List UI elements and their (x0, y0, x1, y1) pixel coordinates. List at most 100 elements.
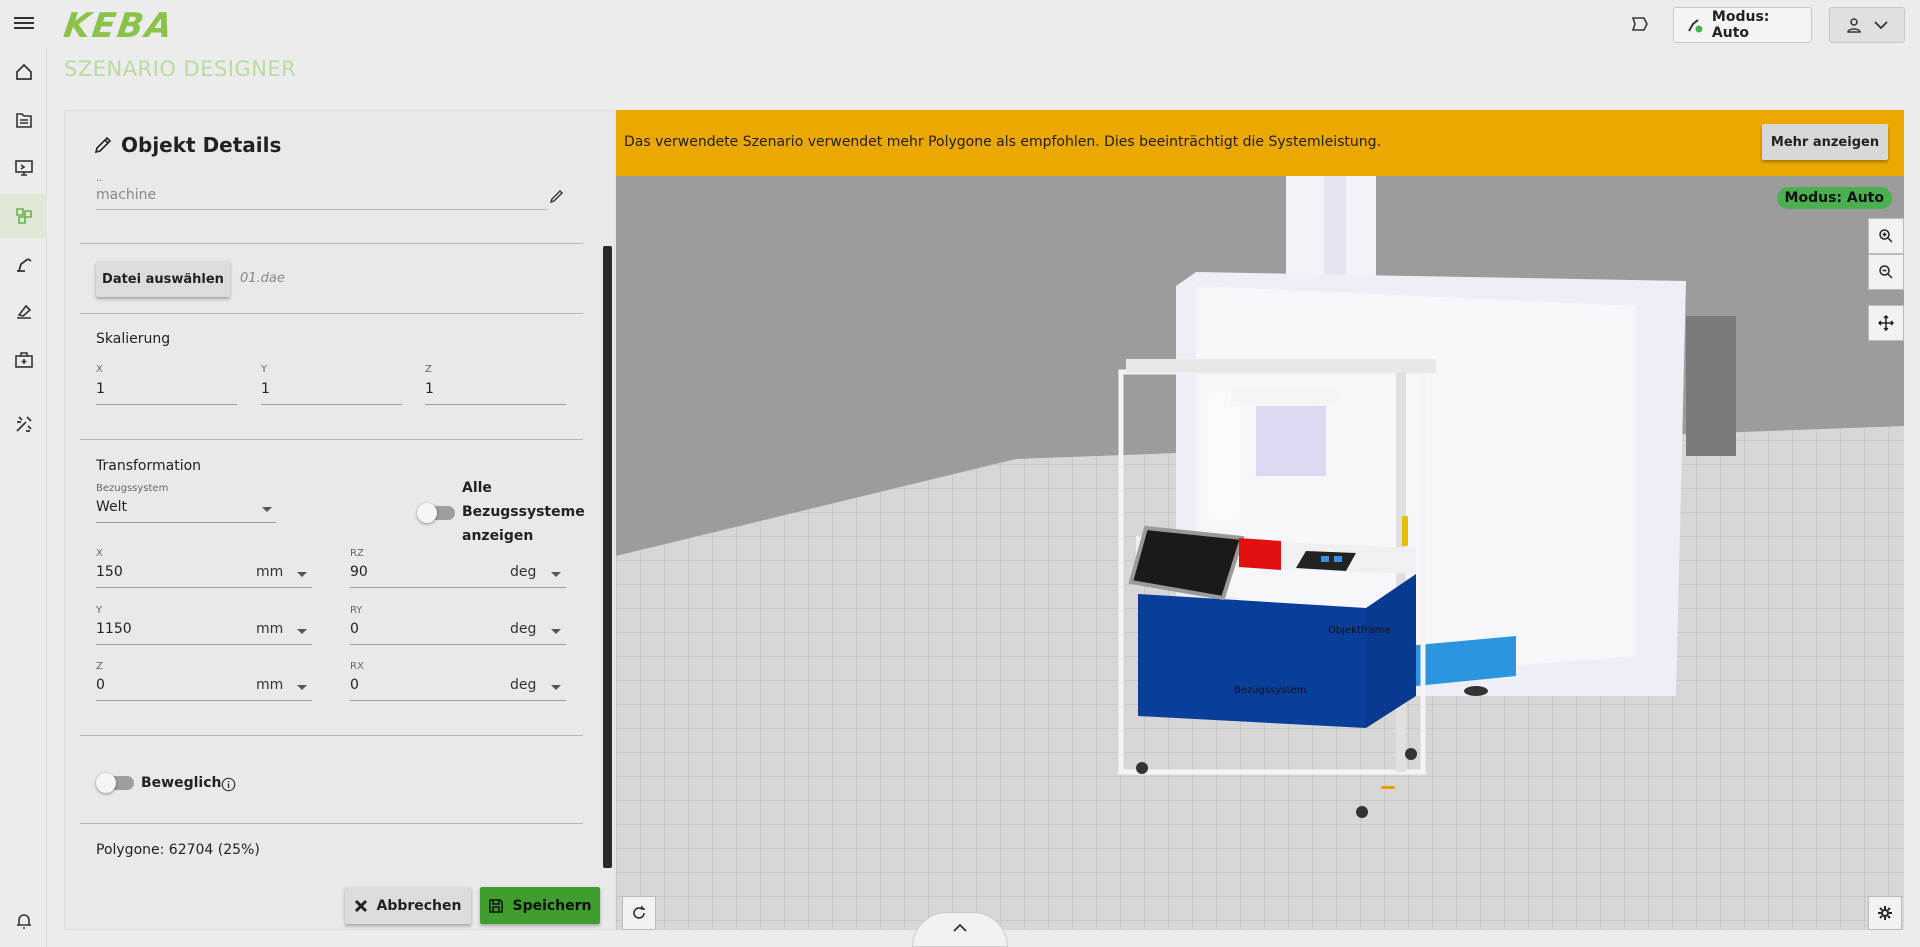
user-menu-button[interactable] (1829, 7, 1905, 43)
panel-scrollbar[interactable] (603, 246, 612, 868)
home-icon (15, 63, 32, 80)
zoom-in-button[interactable] (1868, 218, 1904, 254)
rot-x-unit-caret[interactable] (551, 685, 561, 690)
rot-x-label: RX (350, 661, 364, 672)
pos-z-label: Z (96, 661, 103, 672)
chevron-down-icon (1874, 21, 1888, 30)
menu-icon[interactable] (14, 14, 34, 34)
scene-3d-view[interactable] (616, 176, 1904, 930)
panel-header: Objekt Details (93, 133, 281, 157)
rot-y-unit[interactable]: deg (510, 621, 536, 637)
teach-icon (16, 304, 31, 319)
show-all-ref-systems-toggle[interactable] (417, 503, 455, 523)
scale-x-label: X (96, 364, 103, 375)
document-icon (15, 113, 32, 128)
choose-file-button[interactable]: Datei auswählen (96, 261, 230, 297)
keba-logo: KEBA (61, 6, 177, 46)
tools-icon (15, 416, 32, 432)
nav-notifications[interactable] (0, 899, 47, 943)
robot-status-icon (1688, 19, 1703, 33)
show-all-ref-systems-label-1: Alle (462, 480, 492, 496)
zoom-out-button[interactable] (1868, 254, 1904, 290)
rot-x-input[interactable]: 0 (350, 677, 359, 693)
movable-toggle[interactable] (96, 773, 134, 793)
file-name: 01.dae (240, 271, 285, 286)
side-nav (0, 48, 47, 947)
scaling-title: Skalierung (96, 331, 171, 347)
settings-button[interactable] (1868, 896, 1902, 930)
panel-title: Objekt Details (121, 133, 282, 157)
nav-documents[interactable] (0, 98, 47, 142)
pos-x-input[interactable]: 150 (96, 564, 123, 580)
rot-z-unit-caret[interactable] (551, 572, 561, 577)
scenario-icon (15, 208, 32, 224)
move-button[interactable] (1868, 305, 1904, 341)
polygon-count: Polygone: 62704 (25%) (96, 842, 260, 858)
ref-system-label: Bezugssystem (96, 483, 169, 494)
rot-y-unit-caret[interactable] (551, 629, 561, 634)
scale-x-input[interactable]: 1 (96, 381, 105, 397)
rot-z-unit[interactable]: deg (510, 564, 536, 580)
reset-view-button[interactable] (622, 896, 656, 930)
nav-toolbox[interactable] (0, 338, 47, 382)
pos-y-input[interactable]: 1150 (96, 621, 132, 637)
gear-icon (1878, 906, 1892, 920)
nav-scenario[interactable] (0, 194, 47, 238)
nav-robot[interactable] (0, 242, 47, 286)
user-icon (1847, 18, 1861, 33)
movable-label: Beweglich (141, 775, 222, 791)
save-button-label: Speichern (512, 897, 592, 914)
pos-z-unit-caret[interactable] (297, 685, 307, 690)
zoom-in-icon (1879, 229, 1893, 243)
save-button[interactable]: Speichern (480, 887, 600, 924)
pos-y-unit[interactable]: mm (256, 621, 283, 637)
monitor-icon (14, 160, 33, 176)
show-more-button[interactable]: Mehr anzeigen (1762, 124, 1888, 160)
pos-z-input[interactable]: 0 (96, 677, 105, 693)
pos-x-label: X (96, 548, 103, 559)
cancel-button-label: Abbrechen (376, 897, 462, 914)
scale-y-input[interactable]: 1 (261, 381, 270, 397)
pos-y-unit-caret[interactable] (297, 629, 307, 634)
scene-viewport[interactable]: Objektframe Bezugssystem Das verwendete … (616, 110, 1904, 930)
show-all-ref-systems-label-2: Bezugssysteme (462, 504, 585, 520)
pos-x-unit[interactable]: mm (256, 564, 283, 580)
scale-z-input[interactable]: 1 (425, 381, 434, 397)
robot-arm-icon (16, 258, 31, 272)
nav-teach[interactable] (0, 290, 47, 334)
info-icon[interactable] (221, 777, 236, 792)
bell-icon (16, 914, 31, 929)
save-icon (489, 898, 504, 913)
mode-button[interactable]: Modus: Auto (1673, 7, 1812, 43)
nav-tools[interactable] (0, 402, 47, 446)
mode-button-label: Modus: Auto (1711, 9, 1770, 41)
objectframe-label: Objektframe (1328, 625, 1391, 636)
performance-warning-banner: Das verwendete Szenario verwendet mehr P… (616, 110, 1904, 176)
nav-monitor[interactable] (0, 146, 47, 190)
ref-system-caret[interactable] (262, 507, 272, 512)
name-field[interactable]: machine (96, 187, 156, 203)
tag-icon[interactable] (1630, 14, 1650, 34)
transformation-title: Transformation (96, 458, 202, 474)
edit-name-icon[interactable] (549, 188, 565, 204)
pos-z-unit[interactable]: mm (256, 677, 283, 693)
rot-x-unit[interactable]: deg (510, 677, 536, 693)
rot-y-label: RY (350, 605, 363, 616)
ref-system-select[interactable]: Welt (96, 499, 127, 515)
scale-y-label: Y (261, 364, 268, 375)
rot-z-label: RZ (350, 548, 364, 559)
scale-z-label: Z (425, 364, 432, 375)
rot-y-input[interactable]: 0 (350, 621, 359, 637)
cancel-button[interactable]: Abbrechen (345, 887, 471, 924)
pos-x-unit-caret[interactable] (297, 572, 307, 577)
top-bar: KEBA Modus: Auto (0, 0, 1920, 48)
mode-badge: Modus: Auto (1776, 187, 1892, 209)
pencil-icon (94, 136, 112, 154)
nav-home[interactable] (0, 50, 47, 94)
performance-warning-text: Das verwendete Szenario verwendet mehr P… (624, 134, 1381, 150)
refsystem-label: Bezugssystem (1234, 685, 1307, 696)
toolbox-icon (14, 352, 33, 368)
zoom-out-icon (1879, 265, 1893, 279)
page-title: SZENARIO DESIGNER (64, 57, 297, 81)
rot-z-input[interactable]: 90 (350, 564, 368, 580)
